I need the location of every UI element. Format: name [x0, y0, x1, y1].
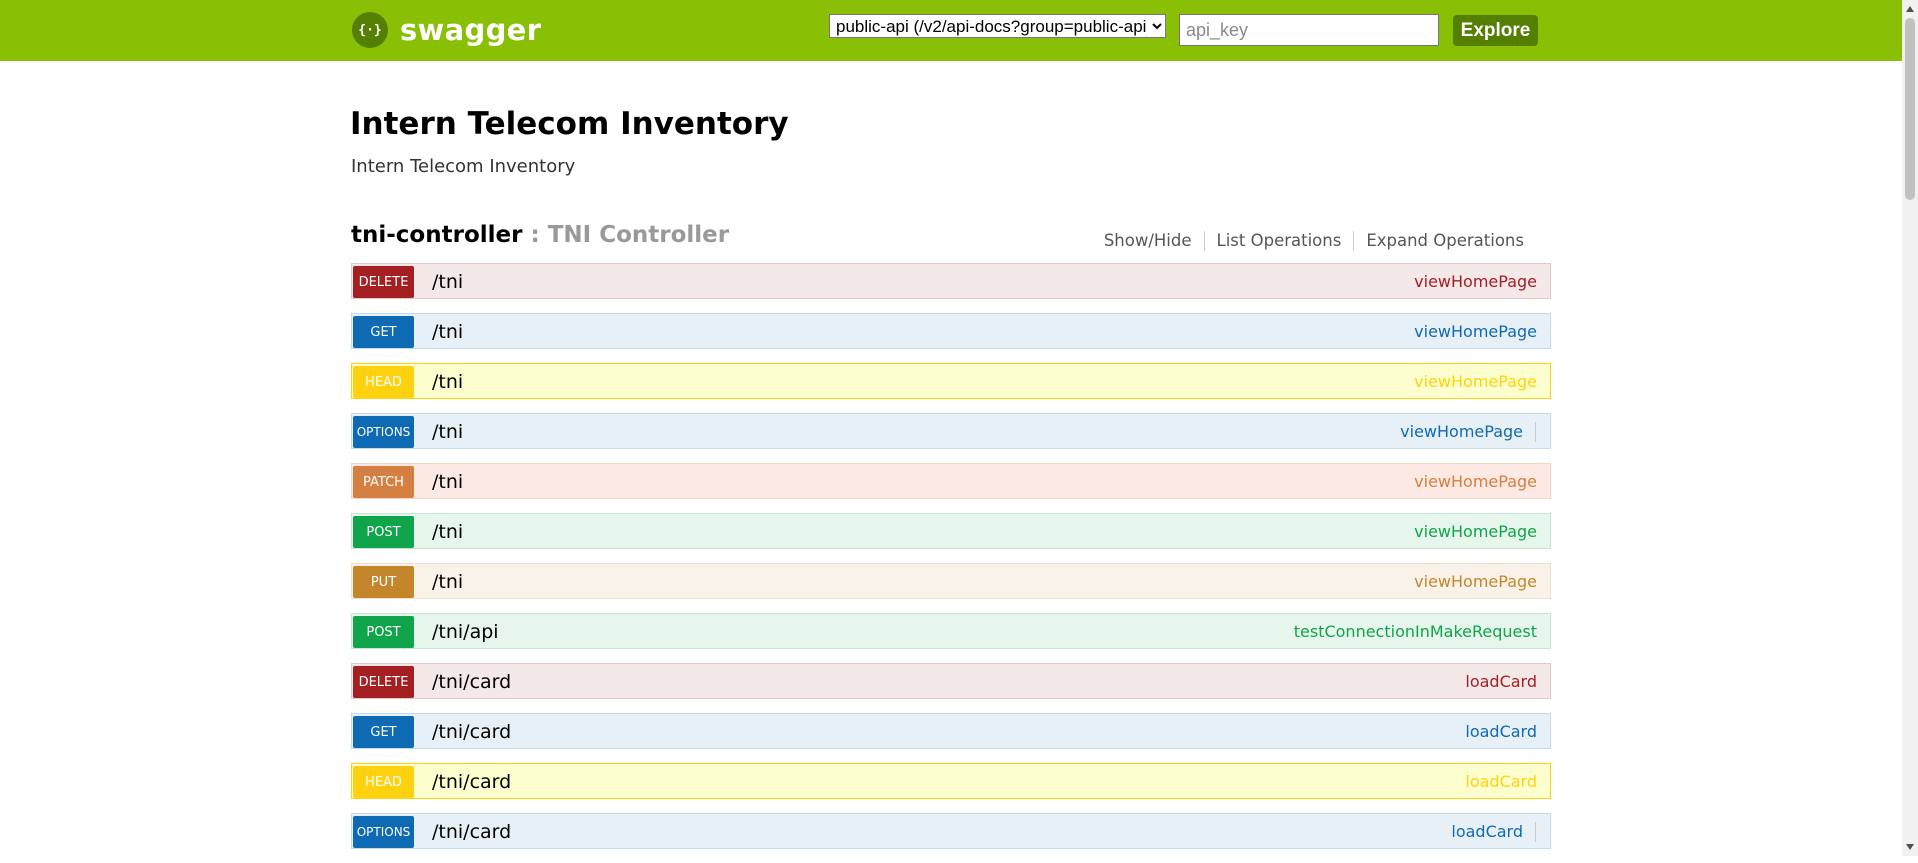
scroll-down-icon[interactable]: [1906, 844, 1914, 850]
swagger-logo[interactable]: {·} swagger: [352, 10, 541, 50]
operation-row-options[interactable]: OPTIONS/tni viewHomePage: [351, 413, 1551, 449]
operation-nickname[interactable]: viewHomePage: [1414, 472, 1537, 492]
list-operations-link[interactable]: List Operations: [1203, 231, 1354, 251]
resource-name[interactable]: tni-controller: [351, 222, 522, 248]
resource-links: Show/Hide List Operations Expand Operati…: [1092, 231, 1538, 251]
operation-nickname[interactable]: loadCard: [1451, 822, 1536, 842]
operation-path[interactable]: /tni: [432, 520, 463, 544]
operation-row-options[interactable]: OPTIONS/tni/card loadCard: [351, 813, 1551, 849]
top-bar: {·} swagger public-api (/v2/api-docs?gro…: [0, 0, 1918, 61]
swagger-braces-icon: {·}: [352, 12, 388, 48]
resource-description: : TNI Controller: [530, 222, 730, 248]
operation-row-get[interactable]: GET/tni/card loadCard: [351, 713, 1551, 749]
operation-row-patch[interactable]: PATCH/tni viewHomePage: [351, 463, 1551, 499]
svg-text:{·}: {·}: [358, 23, 381, 38]
operation-path[interactable]: /tni: [432, 370, 463, 394]
operation-path[interactable]: /tni: [432, 570, 463, 594]
page-scrollbar[interactable]: [1902, 0, 1918, 856]
operation-path[interactable]: /tni: [432, 420, 463, 444]
method-badge[interactable]: OPTIONS: [353, 816, 414, 848]
explore-button[interactable]: Explore: [1453, 15, 1538, 46]
operation-nickname[interactable]: viewHomePage: [1414, 572, 1537, 592]
operation-path[interactable]: /tni/card: [432, 670, 511, 694]
operation-row-delete[interactable]: DELETE/tni/card loadCard: [351, 663, 1551, 699]
operation-path[interactable]: /tni: [432, 470, 463, 494]
operation-nickname[interactable]: viewHomePage: [1414, 522, 1537, 542]
method-badge[interactable]: PUT: [353, 566, 414, 598]
operation-row-put[interactable]: PUT/tni viewHomePage: [351, 563, 1551, 599]
operation-row-post[interactable]: POST/tni/api testConnectionInMakeRequest: [351, 613, 1551, 649]
method-badge[interactable]: POST: [353, 516, 414, 548]
operation-path[interactable]: /tni/card: [432, 720, 511, 744]
operation-path[interactable]: /tni/card: [432, 820, 511, 844]
method-badge[interactable]: DELETE: [353, 666, 414, 698]
api-definition-select[interactable]: public-api (/v2/api-docs?group=public-ap…: [829, 14, 1166, 38]
scroll-thumb[interactable]: [1905, 18, 1915, 200]
operation-nickname[interactable]: loadCard: [1465, 722, 1537, 742]
operation-row-head[interactable]: HEAD/tni viewHomePage: [351, 363, 1551, 399]
resource-heading[interactable]: tni-controller : TNI Controller: [351, 222, 729, 248]
operation-nickname[interactable]: loadCard: [1465, 772, 1537, 792]
method-badge[interactable]: HEAD: [353, 766, 414, 798]
operation-row-head[interactable]: HEAD/tni/card loadCard: [351, 763, 1551, 799]
operation-path[interactable]: /tni: [432, 320, 463, 344]
operation-nickname[interactable]: viewHomePage: [1414, 372, 1537, 392]
operation-nickname[interactable]: viewHomePage: [1414, 272, 1537, 292]
operation-nickname[interactable]: testConnectionInMakeRequest: [1294, 622, 1537, 642]
operations-list: DELETE/tni viewHomePage GET/tni viewHomePag…: [351, 263, 1551, 863]
operation-row-post[interactable]: POST/tni viewHomePage: [351, 513, 1551, 549]
show-hide-link[interactable]: Show/Hide: [1092, 231, 1204, 251]
operation-path[interactable]: /tni: [432, 270, 463, 294]
method-badge[interactable]: POST: [353, 616, 414, 648]
method-badge[interactable]: OPTIONS: [353, 416, 414, 448]
page-description: Intern Telecom Inventory: [351, 156, 576, 177]
operation-path[interactable]: /tni/card: [432, 770, 511, 794]
scroll-up-icon[interactable]: [1906, 6, 1914, 12]
operation-row-delete[interactable]: DELETE/tni viewHomePage: [351, 263, 1551, 299]
method-badge[interactable]: PATCH: [353, 466, 414, 498]
operation-row-get[interactable]: GET/tni viewHomePage: [351, 313, 1551, 349]
operation-nickname[interactable]: viewHomePage: [1414, 322, 1537, 342]
method-badge[interactable]: DELETE: [353, 266, 414, 298]
method-badge[interactable]: HEAD: [353, 366, 414, 398]
expand-operations-link[interactable]: Expand Operations: [1353, 231, 1538, 251]
operation-nickname[interactable]: viewHomePage: [1400, 422, 1536, 442]
page-title: Intern Telecom Inventory: [350, 106, 789, 142]
operation-nickname[interactable]: loadCard: [1465, 672, 1537, 692]
api-key-input[interactable]: [1179, 14, 1439, 46]
operation-path[interactable]: /tni/api: [432, 620, 499, 644]
method-badge[interactable]: GET: [353, 316, 414, 348]
method-badge[interactable]: GET: [353, 716, 414, 748]
swagger-logo-text: swagger: [400, 13, 542, 47]
